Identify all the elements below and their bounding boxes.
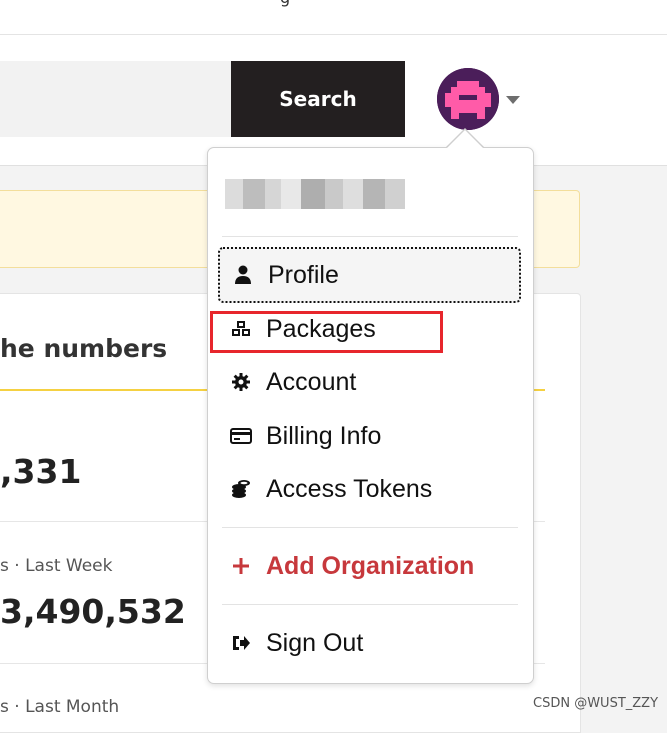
menu-item-label: Account bbox=[266, 367, 357, 396]
menu-item-label: Billing Info bbox=[266, 421, 382, 450]
search-input[interactable] bbox=[0, 61, 231, 137]
top-bar-partial-text: g bbox=[280, 0, 290, 7]
search-button[interactable]: Search bbox=[231, 61, 405, 137]
menu-item-access-tokens[interactable]: Access Tokens bbox=[218, 461, 521, 517]
menu-divider bbox=[222, 236, 518, 237]
stat-label-last-week: s · Last Week bbox=[0, 556, 113, 576]
user-icon bbox=[232, 264, 254, 286]
gear-icon bbox=[230, 371, 252, 393]
menu-item-label: Access Tokens bbox=[266, 474, 433, 503]
stat-label-last-month: s · Last Month bbox=[0, 697, 120, 717]
menu-item-sign-out[interactable]: Sign Out bbox=[218, 615, 521, 671]
annotation-highlight-box bbox=[210, 311, 443, 353]
menu-item-label: Add Organization bbox=[266, 551, 475, 580]
menu-divider bbox=[222, 604, 518, 605]
watermark: CSDN @WUST_ZZY bbox=[533, 696, 659, 711]
user-avatar[interactable] bbox=[437, 68, 499, 130]
menu-item-label: Sign Out bbox=[266, 628, 364, 657]
top-bar: g bbox=[0, 0, 667, 35]
chevron-down-icon[interactable] bbox=[506, 96, 520, 104]
username-blurred bbox=[225, 179, 405, 209]
plus-icon bbox=[230, 555, 252, 577]
stats-title: he numbers bbox=[0, 334, 168, 363]
avatar-identicon-icon bbox=[437, 68, 499, 130]
menu-item-profile[interactable]: Profile bbox=[218, 247, 521, 303]
menu-divider bbox=[222, 527, 518, 528]
sign-out-icon bbox=[230, 632, 252, 654]
credit-card-icon bbox=[230, 425, 252, 447]
stat-value-total: ,331 bbox=[0, 452, 82, 491]
dropdown-caret-fill bbox=[447, 130, 483, 148]
menu-item-label: Profile bbox=[268, 260, 339, 289]
menu-item-billing-info[interactable]: Billing Info bbox=[218, 408, 521, 464]
stat-value-last-week: 3,490,532 bbox=[0, 592, 186, 631]
menu-item-account[interactable]: Account bbox=[218, 354, 521, 410]
coins-icon bbox=[230, 478, 252, 500]
menu-item-add-organization[interactable]: Add Organization bbox=[218, 538, 521, 594]
